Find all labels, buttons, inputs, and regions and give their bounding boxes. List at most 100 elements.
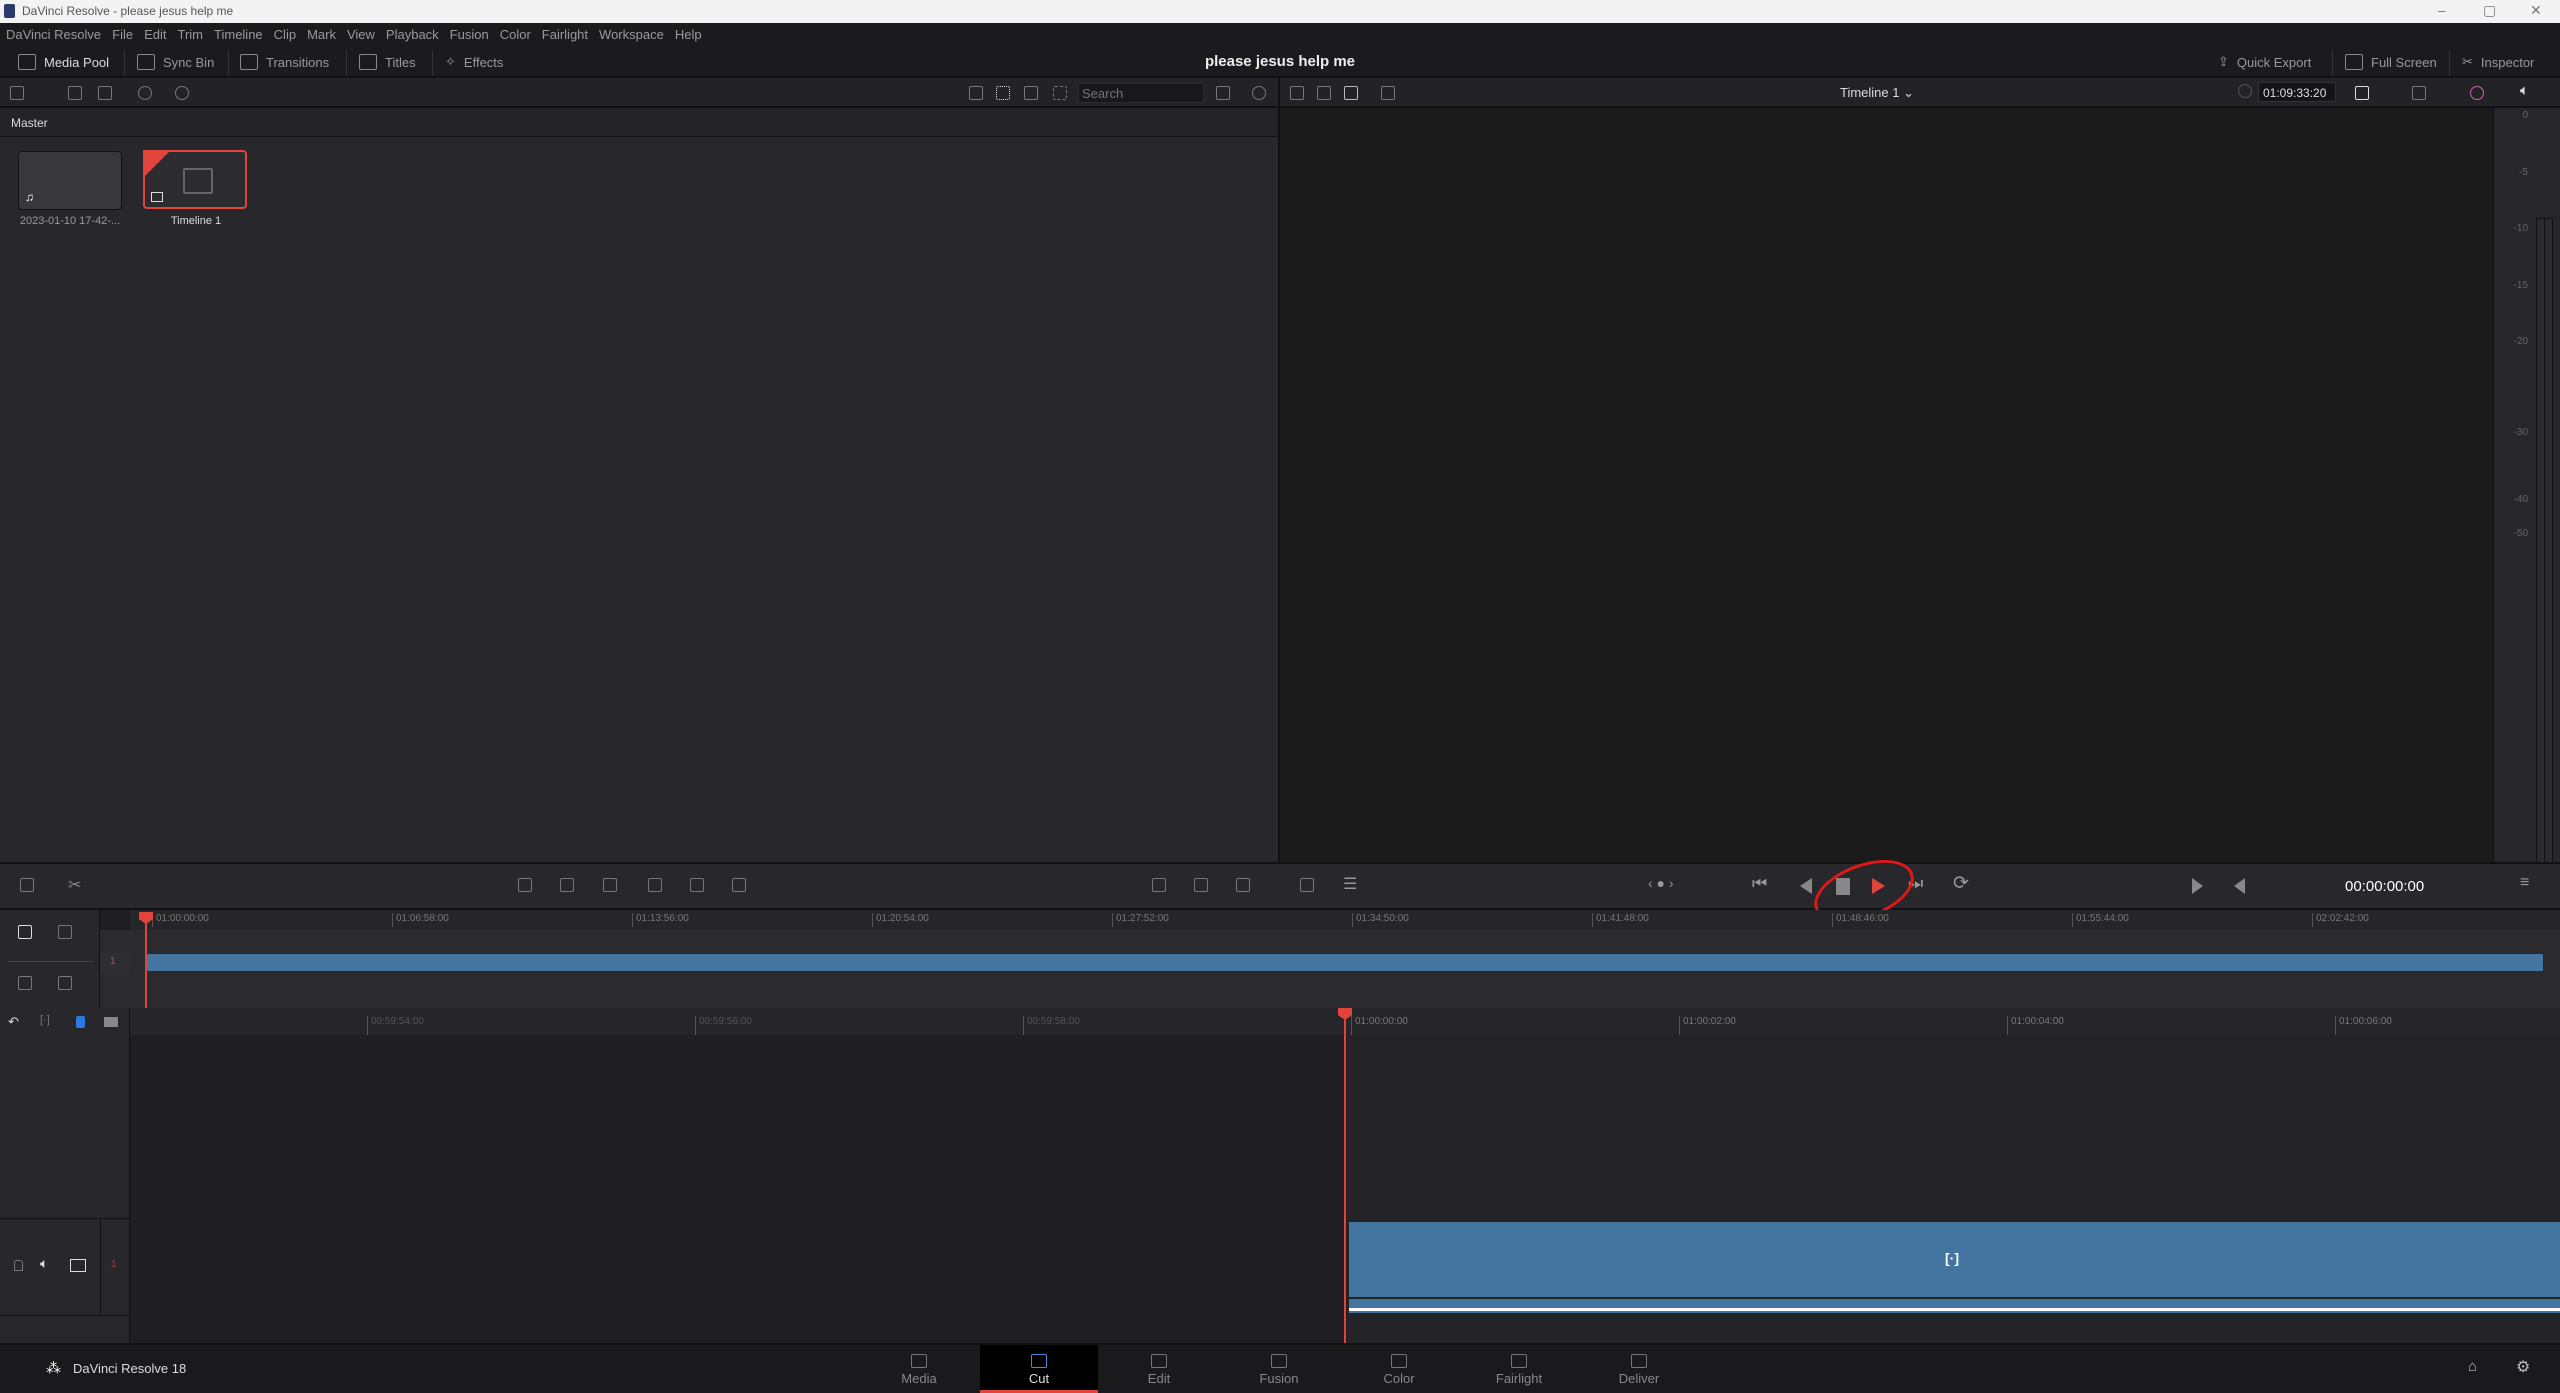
home-icon[interactable]: ⌂ bbox=[2468, 1358, 2477, 1375]
menu-item-mark[interactable]: Mark bbox=[307, 27, 336, 42]
page-tab-color[interactable]: Color bbox=[1340, 1345, 1458, 1393]
close-button[interactable]: ✕ bbox=[2530, 2, 2542, 19]
menu-item-file[interactable]: File bbox=[112, 27, 133, 42]
clip-trim-handle-icon[interactable]: [·] bbox=[1945, 1250, 1959, 1266]
full-screen-button[interactable]: Full Screen bbox=[2345, 52, 2437, 72]
sync-bin-button[interactable]: Sync Bin bbox=[137, 52, 214, 72]
menu-item-workspace[interactable]: Workspace bbox=[599, 27, 664, 42]
scissors-icon[interactable]: ✂ bbox=[68, 875, 81, 895]
settings-sliders-icon[interactable]: ☰ bbox=[1343, 874, 1357, 894]
dissolve-icon[interactable] bbox=[1152, 878, 1166, 892]
track-height-icon[interactable] bbox=[18, 925, 32, 939]
minimize-button[interactable]: – bbox=[2438, 2, 2446, 18]
source-overwrite-icon[interactable] bbox=[732, 878, 746, 892]
divider bbox=[2332, 50, 2333, 76]
video-track-options-icon[interactable] bbox=[18, 976, 32, 990]
audio-clip[interactable]: [·] bbox=[1347, 1220, 2560, 1315]
safe-area-icon[interactable] bbox=[1317, 86, 1331, 100]
menu-item-edit[interactable]: Edit bbox=[144, 27, 166, 42]
page-tab-deliver[interactable]: Deliver bbox=[1580, 1345, 1698, 1393]
audio-clip-thumbnail[interactable]: ♫ bbox=[18, 151, 122, 210]
clip-view-icon[interactable] bbox=[70, 1259, 86, 1272]
selected-check-icon bbox=[143, 150, 171, 178]
lock-icon[interactable] bbox=[14, 1260, 23, 1271]
list-view-icon[interactable] bbox=[1053, 86, 1067, 100]
menu-item-playback[interactable]: Playback bbox=[386, 27, 439, 42]
close-up-icon[interactable] bbox=[648, 878, 662, 892]
sort-icon[interactable] bbox=[1216, 86, 1230, 100]
zoom-range-icon[interactable] bbox=[58, 925, 72, 939]
audio-trim-icon[interactable]: [·] bbox=[40, 1014, 50, 1026]
upper-timeline-ruler[interactable]: 01:00:00:00 01:06:58:00 01:13:56:00 01:20:5… bbox=[130, 910, 2560, 930]
audio-track-options-icon[interactable] bbox=[58, 976, 72, 990]
source-view-icon[interactable] bbox=[1290, 86, 1304, 100]
ruler-timecode-label: 01:55:44:00 bbox=[2072, 913, 2129, 927]
page-tab-fusion[interactable]: Fusion bbox=[1220, 1345, 1338, 1393]
import-folder-icon[interactable] bbox=[98, 86, 112, 100]
titles-button[interactable]: Titles bbox=[359, 52, 416, 72]
transitions-button[interactable]: Transitions bbox=[240, 52, 329, 72]
play-reverse-icon[interactable] bbox=[1800, 878, 1812, 894]
menu-item-trim[interactable]: Trim bbox=[178, 27, 204, 42]
transform-icon[interactable] bbox=[2412, 86, 2426, 100]
place-on-top-icon[interactable] bbox=[690, 878, 704, 892]
page-tab-edit[interactable]: Edit bbox=[1100, 1345, 1218, 1393]
menu-item-view[interactable]: View bbox=[347, 27, 375, 42]
page-tab-cut[interactable]: Cut bbox=[980, 1345, 1098, 1393]
color-wheel-icon[interactable] bbox=[2470, 86, 2484, 100]
sync-bin-icon bbox=[137, 54, 155, 70]
camera-icon[interactable] bbox=[2355, 86, 2369, 100]
sync-icon[interactable] bbox=[138, 86, 152, 100]
ripple-overwrite-icon[interactable] bbox=[603, 878, 617, 892]
mark-in-icon[interactable] bbox=[2192, 878, 2203, 894]
append-icon[interactable] bbox=[560, 878, 574, 892]
options-menu-icon[interactable]: ≡ bbox=[2520, 874, 2529, 892]
viewer[interactable] bbox=[1280, 108, 2493, 862]
quick-export-button[interactable]: ⇪ Quick Export bbox=[2218, 52, 2311, 72]
metadata-view-icon[interactable] bbox=[969, 86, 983, 100]
sidebar-toggle-icon[interactable] bbox=[10, 86, 24, 100]
loop-icon[interactable]: ⟳ bbox=[1953, 872, 1969, 895]
safe-area-icon[interactable] bbox=[1300, 878, 1314, 892]
page-tab-fairlight[interactable]: Fairlight bbox=[1460, 1345, 1578, 1393]
search-input[interactable] bbox=[1078, 83, 1204, 103]
menu-item-help[interactable]: Help bbox=[675, 27, 702, 42]
menu-item-fairlight[interactable]: Fairlight bbox=[542, 27, 588, 42]
thumbnail-view-icon[interactable] bbox=[996, 86, 1010, 100]
upper-timeline-clip[interactable] bbox=[146, 953, 2544, 972]
smooth-cut-icon[interactable] bbox=[1194, 878, 1208, 892]
media-pool: ♫ 2023-01-10 17-42-... Timeline 1 bbox=[0, 137, 1278, 862]
speaker-icon[interactable]: 🔈︎ bbox=[40, 1255, 48, 1272]
speaker-icon[interactable]: 🔈︎ bbox=[2520, 82, 2529, 99]
smart-indicator-icon[interactable] bbox=[20, 878, 34, 892]
layout-icon[interactable] bbox=[1344, 86, 1358, 100]
menu-item-timeline[interactable]: Timeline bbox=[214, 27, 263, 42]
menu-item-fusion[interactable]: Fusion bbox=[450, 27, 489, 42]
menu-item-clip[interactable]: Clip bbox=[274, 27, 296, 42]
menu-item-color[interactable]: Color bbox=[500, 27, 531, 42]
marker-icon[interactable] bbox=[76, 1016, 85, 1028]
cut-transition-icon[interactable] bbox=[1236, 878, 1250, 892]
lower-playhead[interactable] bbox=[1344, 1012, 1346, 1343]
skip-to-start-icon[interactable]: ⏮ bbox=[1752, 874, 1767, 894]
mark-out-icon[interactable] bbox=[2234, 878, 2245, 894]
settings-gear-icon[interactable]: ⚙ bbox=[2516, 1357, 2530, 1377]
zoom-fit-icon[interactable] bbox=[1381, 86, 1395, 100]
page-tab-media[interactable]: Media bbox=[860, 1345, 978, 1393]
refresh-icon[interactable] bbox=[1252, 86, 1266, 100]
media-pool-button[interactable]: Media Pool bbox=[18, 52, 109, 72]
jog-control-icon[interactable]: ‹ ● › bbox=[1648, 875, 1674, 891]
maximize-button[interactable]: ▢ bbox=[2483, 2, 2496, 19]
import-media-icon[interactable] bbox=[68, 86, 82, 100]
smart-insert-icon[interactable] bbox=[518, 878, 532, 892]
inspector-button[interactable]: ✂ Inspector bbox=[2462, 52, 2534, 72]
effects-button[interactable]: ✧ Effects bbox=[445, 52, 503, 72]
unlink-icon[interactable] bbox=[175, 86, 189, 100]
snap-icon[interactable]: ↶ bbox=[8, 1014, 19, 1030]
timeline-selector[interactable]: Timeline 1 ⌄ bbox=[1840, 85, 1914, 101]
filmstrip-view-icon[interactable] bbox=[1024, 86, 1038, 100]
menu-item-davinci-resolve[interactable]: DaVinci Resolve bbox=[6, 27, 101, 42]
flag-icon[interactable] bbox=[104, 1017, 118, 1027]
upper-playhead[interactable] bbox=[145, 918, 147, 1008]
timeline-thumbnail[interactable] bbox=[143, 150, 247, 209]
